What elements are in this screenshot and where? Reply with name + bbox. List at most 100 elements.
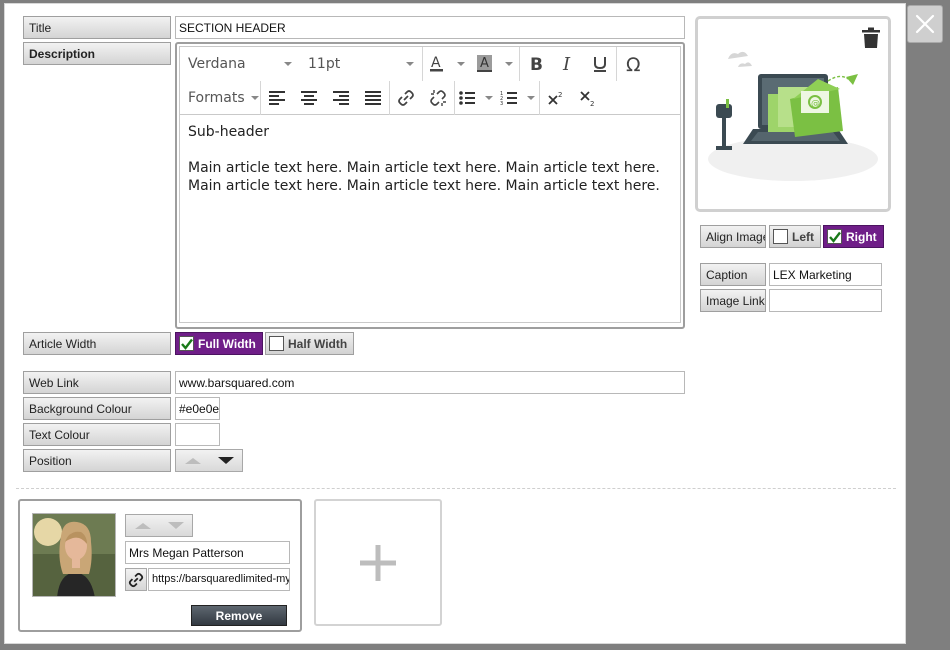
bullet-list-icon [459,90,493,105]
close-button[interactable] [907,5,943,43]
move-down-button[interactable] [209,450,242,471]
article-width-label: Article Width [23,332,171,355]
svg-text:I: I [562,55,571,73]
person-photo-icon [33,514,115,596]
svg-text:2: 2 [558,91,562,99]
numbered-list-icon: 1 2 3 [500,91,535,106]
italic-icon: I [562,55,571,73]
unlink-button[interactable] [422,81,454,115]
half-width-label: Half Width [288,336,348,351]
full-width-toggle[interactable]: Full Width [175,332,263,355]
bold-icon: B [530,55,543,73]
editor-frame: Verdana 11pt A A B I Ω Formats 1 2 3 2 2… [179,46,681,323]
arrow-down-icon [167,522,184,529]
svg-text:@: @ [811,99,820,109]
add-contact-button[interactable] [314,499,442,626]
svg-text:Ω: Ω [626,54,641,74]
font-family-value: Verdana [188,56,246,72]
align-right-toggle[interactable]: Right [823,225,884,248]
align-right-button[interactable] [325,81,357,115]
editor-subheader-text: Sub-header [188,124,270,140]
align-justify-icon [365,90,381,105]
arrow-up-icon [184,457,201,464]
numbered-list-button[interactable]: 1 2 3 [497,81,539,115]
title-label: Title [23,16,171,39]
align-left-toggle[interactable]: Left [769,225,821,248]
underline-button[interactable] [584,47,616,81]
contact-name-input[interactable]: Mrs Megan Patterson [125,541,290,564]
svg-text:2: 2 [590,100,594,107]
superscript-button[interactable]: 2 [540,81,572,115]
contact-card: Mrs Megan Patterson https://barsquaredli… [18,499,302,632]
align-left-button[interactable] [261,81,293,115]
checkbox-unchecked-icon [773,229,788,244]
align-center-button[interactable] [293,81,325,115]
svg-text:A: A [480,56,489,71]
unlink-icon [430,89,446,106]
formats-label: Formats [188,89,245,106]
subscript-icon: 2 [580,90,594,107]
background-color-icon: A [477,55,513,72]
italic-button[interactable]: I [552,47,584,81]
image-link-label: Image Link [700,289,766,312]
text-color-button[interactable]: A [423,47,471,81]
editor-body-text: Main article text here. Main article tex… [188,160,660,194]
section-divider [16,488,896,489]
arrow-down-icon [217,457,234,464]
contact-link-input[interactable]: https://barsquaredlimited-my [148,568,290,591]
image-link-input[interactable] [769,289,882,312]
link-icon [398,89,414,106]
align-left-label: Left [792,229,814,244]
formats-select[interactable]: Formats [180,81,260,115]
background-colour-input[interactable]: #e0e0e0 [175,397,220,420]
contact-move-up-button[interactable] [126,515,159,536]
half-width-toggle[interactable]: Half Width [265,332,355,355]
svg-text:A: A [431,55,441,71]
link-button[interactable] [390,81,422,115]
align-left-icon [269,90,285,105]
email-laptop-illustration: @ [708,51,878,181]
bullet-list-button[interactable] [455,81,497,115]
description-label: Description [23,42,171,65]
bold-button[interactable]: B [520,47,552,81]
contact-photo [32,513,116,597]
special-character-button[interactable]: Ω [617,47,653,81]
text-colour-input[interactable] [175,423,220,446]
plus-icon [360,544,396,581]
link-icon [128,572,144,587]
caption-input[interactable]: LEX Marketing [769,263,882,286]
superscript-icon: 2 [548,91,562,105]
editor-toolbar-row-2: Formats 1 2 3 2 2 [180,80,680,115]
special-character-icon: Ω [626,54,641,74]
contact-link-button[interactable] [125,568,147,591]
checkbox-checked-icon [179,336,194,351]
editor-toolbar-row-1: Verdana 11pt A A B I Ω [180,47,680,81]
font-family-select[interactable]: Verdana [180,47,300,81]
align-center-icon [301,90,317,105]
caption-label: Caption [700,263,766,286]
full-width-label: Full Width [198,336,256,351]
remove-contact-button[interactable]: Remove [191,605,287,626]
align-image-label: Align Image [700,225,766,248]
move-up-button[interactable] [176,450,209,471]
checkbox-checked-icon [827,229,842,244]
align-right-label: Right [846,229,877,244]
font-size-value: 11pt [308,56,341,72]
background-color-button[interactable]: A [471,47,519,81]
trash-icon[interactable] [861,27,881,49]
font-size-select[interactable]: 11pt [300,47,422,81]
background-colour-label: Background Colour [23,397,171,420]
title-input[interactable]: SECTION HEADER [175,16,685,39]
align-justify-button[interactable] [357,81,389,115]
contact-move-down-button[interactable] [159,515,192,536]
chevron-down-icon [284,62,292,66]
web-link-label: Web Link [23,371,171,394]
svg-text:B: B [530,55,543,73]
contact-order-stepper [125,514,193,537]
align-right-icon [333,90,349,105]
subscript-button[interactable]: 2 [572,81,604,115]
rich-text-editor: Verdana 11pt A A B I Ω Formats 1 2 3 2 2… [175,42,685,329]
svg-text:3: 3 [500,101,503,106]
web-link-input[interactable]: www.barsquared.com [175,371,685,394]
editor-content-area[interactable]: Sub-header Main article text here. Main … [188,123,672,213]
